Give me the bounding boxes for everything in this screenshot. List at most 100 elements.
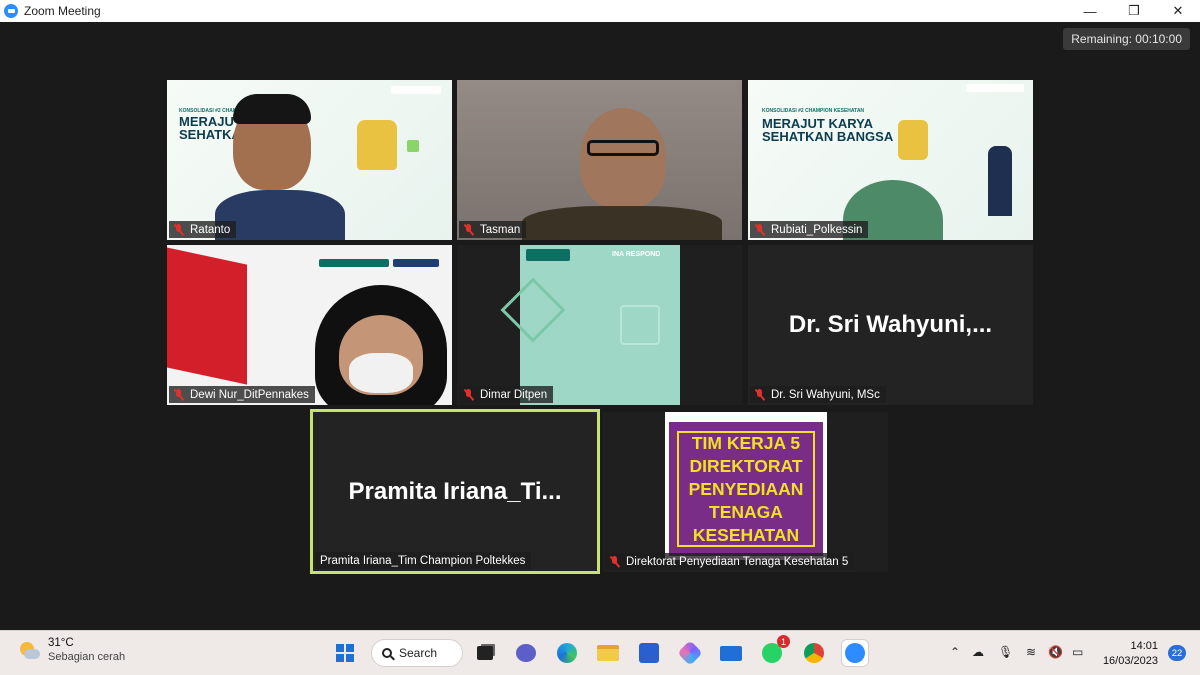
speaker-muted-icon[interactable]: 🔇 (1048, 645, 1063, 659)
partly-cloudy-icon (18, 640, 40, 662)
participant-face (580, 108, 666, 208)
participant-hair (233, 94, 311, 124)
trophy-illustration (357, 120, 397, 170)
clock-time: 14:01 (1130, 640, 1158, 652)
participant-nameplate: Tasman (459, 221, 527, 238)
mic-muted-icon (173, 388, 185, 401)
businessman-illustration (988, 146, 1012, 216)
taskbar-search[interactable]: Search (371, 639, 463, 667)
participant-display-name: Dr. Sri Wahyuni,... (788, 311, 993, 338)
close-button[interactable]: ✕ (1156, 0, 1200, 22)
flag-illustration (167, 245, 247, 385)
participant-name: Rubiati_Polkessin (771, 223, 863, 236)
participant-name: Ratanto (190, 223, 231, 236)
team-sign: TIM KERJA 5 DIREKTORAT PENYEDIAAN TENAGA… (665, 412, 827, 560)
participant-tile-direktorat[interactable]: TIM KERJA 5 DIREKTORAT PENYEDIAAN TENAGA… (603, 412, 888, 572)
weather-widget[interactable]: 31°C Sebagian cerah (18, 637, 125, 664)
participant-nameplate: Rubiati_Polkessin (750, 221, 869, 238)
chrome-button[interactable] (800, 639, 828, 667)
zoom-taskbar-button[interactable] (841, 639, 869, 667)
copilot-button[interactable] (676, 639, 704, 667)
zoom-logo-icon (4, 4, 18, 18)
mail-icon (720, 645, 742, 661)
clock-date: 16/03/2023 (1102, 655, 1158, 667)
participant-tile-tasman[interactable]: Tasman (457, 80, 742, 240)
plus-decoration (407, 140, 419, 152)
berakhlak-logo (391, 86, 441, 94)
file-explorer-button[interactable] (594, 639, 622, 667)
berakhlak-logo (393, 259, 439, 267)
participant-name: Direktorat Penyediaan Tenaga Kesehatan 5 (626, 555, 849, 568)
mic-muted-icon (463, 388, 475, 401)
meeting-gallery: Remaining: 00:10:00 KONSOLIDASI #2 CHAMP… (0, 22, 1200, 630)
mic-muted-icon (173, 223, 185, 236)
glasses-illustration (587, 140, 659, 156)
participant-tile-dewi[interactable]: Dewi Nur_DitPennakes (167, 245, 452, 405)
participant-tile-dimar[interactable]: INA RESPOND Dimar Ditpen (457, 245, 742, 405)
participant-nameplate: Direktorat Penyediaan Tenaga Kesehatan 5 (605, 553, 855, 570)
folder-icon (597, 645, 619, 661)
search-icon (382, 648, 392, 658)
task-view-button[interactable] (471, 639, 499, 667)
weather-description: Sebagian cerah (48, 651, 126, 663)
onedrive-icon[interactable]: ☁ (972, 645, 984, 659)
edge-button[interactable] (553, 639, 581, 667)
mic-muted-icon (754, 388, 766, 401)
mic-muted-icon (754, 223, 766, 236)
ina-respond-logo: INA RESPOND (612, 251, 661, 258)
system-clock[interactable]: 14:01 16/03/2023 (1103, 639, 1158, 669)
kemenkes-logo (319, 259, 389, 267)
slide-decoration (620, 305, 660, 345)
window-title: Zoom Meeting (24, 4, 101, 18)
participant-nameplate: Pramita Iriana_Tim Champion Poltekkes (315, 552, 532, 569)
batik-shirt (522, 206, 722, 240)
participant-display-name: Pramita Iriana_Ti... (348, 477, 562, 505)
weather-temperature: 31°C (48, 637, 74, 649)
banner-title: MERAJUT KARYA SEHATKAN BANGSA (762, 116, 894, 144)
wifi-icon[interactable]: ≋ (1026, 645, 1036, 659)
participant-tile-sri-wahyuni[interactable]: Dr. Sri Wahyuni,... Dr. Sri Wahyuni, MSc (748, 245, 1033, 405)
kemenkes-logo (526, 249, 570, 261)
search-label: Search (399, 646, 438, 660)
mail-button[interactable] (717, 639, 745, 667)
task-view-icon (477, 646, 493, 660)
participant-nameplate: Dewi Nur_DitPennakes (169, 386, 315, 403)
mic-muted-icon (609, 555, 621, 568)
participant-tile-rubiati[interactable]: KONSOLIDASI #2 CHAMPION KESEHATAN MERAJU… (748, 80, 1033, 240)
store-button[interactable] (635, 639, 663, 667)
battery-icon[interactable]: ▭ (1072, 645, 1083, 659)
chat-button[interactable] (512, 639, 540, 667)
participant-nameplate: Dr. Sri Wahyuni, MSc (750, 386, 886, 403)
participant-tile-pramita[interactable]: Pramita Iriana_Ti... Pramita Iriana_Tim … (310, 409, 600, 574)
start-button[interactable] (331, 639, 359, 667)
microphone-icon[interactable]: 🎙 (998, 645, 1013, 659)
edge-icon (557, 643, 577, 663)
face-mask (349, 353, 413, 393)
chrome-icon (804, 643, 824, 663)
copilot-icon (677, 640, 703, 666)
remaining-time-badge: Remaining: 00:10:00 (1063, 28, 1190, 50)
whatsapp-button[interactable]: 1 (758, 635, 790, 667)
participant-name: Pramita Iriana_Tim Champion Poltekkes (320, 554, 526, 567)
berakhlak-logo (966, 84, 1024, 92)
show-hidden-icons-button[interactable]: ⌃ (950, 645, 960, 659)
teams-chat-icon (516, 644, 536, 662)
team-sign-text: TIM KERJA 5 DIREKTORAT PENYEDIAAN TENAGA… (676, 431, 816, 547)
participant-name: Dr. Sri Wahyuni, MSc (771, 388, 880, 401)
participant-name: Dimar Ditpen (480, 388, 548, 401)
whatsapp-badge: 1 (777, 635, 790, 648)
zoom-icon (845, 643, 865, 663)
slide-decoration (500, 277, 566, 343)
store-icon (639, 643, 659, 663)
shared-slide: INA RESPOND (500, 245, 680, 405)
mic-muted-icon (463, 223, 475, 236)
minimize-button[interactable]: — (1068, 0, 1112, 22)
participant-nameplate: Dimar Ditpen (459, 386, 554, 403)
trophy-illustration (898, 120, 928, 160)
taskbar: 31°C Sebagian cerah Search 1 ⌃ ☁ 🎙 ≋ 🔇 ▭… (0, 630, 1200, 675)
title-bar: Zoom Meeting — ❐ ✕ (0, 0, 1200, 22)
maximize-button[interactable]: ❐ (1112, 0, 1156, 22)
notification-center-badge[interactable]: 22 (1168, 645, 1186, 661)
banner-header: KONSOLIDASI #2 CHAMPION KESEHATAN (762, 108, 865, 114)
participant-tile-ratanto[interactable]: KONSOLIDASI #2 CHAMPION KESEHATAN MERAJU… (167, 80, 452, 240)
